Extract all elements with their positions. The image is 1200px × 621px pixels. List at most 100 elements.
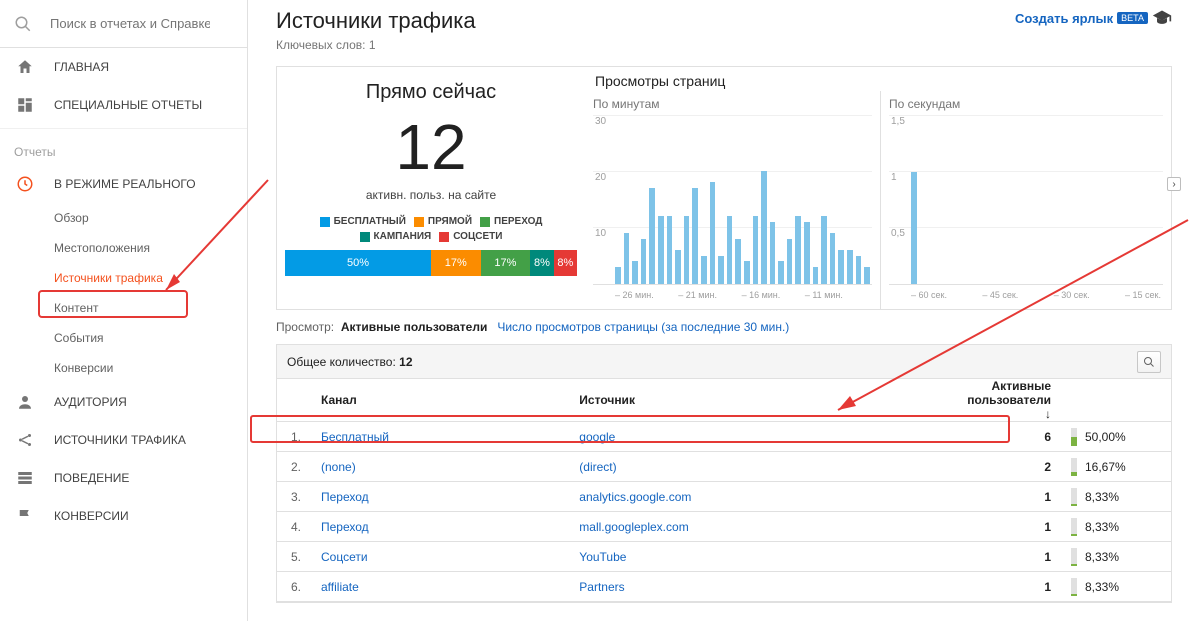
table-row[interactable]: 2.(none)(direct)216,67% bbox=[277, 452, 1171, 482]
create-shortcut-link[interactable]: Создать ярлык BETA bbox=[1015, 8, 1172, 28]
right-now-title: Прямо сейчас bbox=[285, 81, 577, 104]
per-minute-label: По минутам bbox=[593, 97, 872, 111]
share-icon bbox=[14, 429, 36, 451]
sidebar: ГЛАВНАЯ СПЕЦИАЛЬНЫЕ ОТЧЕТЫ Отчеты В РЕЖИ… bbox=[0, 0, 248, 621]
search-icon bbox=[14, 15, 32, 33]
col-channel[interactable]: Канал bbox=[311, 379, 569, 422]
cell-channel[interactable]: Соцсети bbox=[311, 542, 569, 572]
table-row[interactable]: 5.СоцсетиYouTube18,33% bbox=[277, 542, 1171, 572]
chart-bar bbox=[813, 267, 819, 284]
chart-bar bbox=[778, 261, 784, 284]
page-subtitle: Ключевых слов: 1 bbox=[276, 38, 476, 52]
pageviews-title: Просмотры страниц bbox=[585, 67, 1171, 91]
chart-bar bbox=[770, 222, 776, 284]
cell-source[interactable]: YouTube bbox=[569, 542, 957, 572]
cell-source[interactable]: (direct) bbox=[569, 452, 957, 482]
stack-segment: 50% bbox=[285, 250, 431, 276]
chart-bar bbox=[856, 256, 862, 284]
cell-channel[interactable]: Переход bbox=[311, 482, 569, 512]
panel-pageviews: Просмотры страниц По минутам 30 20 10 – … bbox=[585, 67, 1171, 309]
chart-bar bbox=[787, 239, 793, 284]
cell-count: 2 bbox=[957, 452, 1061, 482]
sub-overview[interactable]: Обзор bbox=[0, 203, 247, 233]
chart-bar bbox=[632, 261, 638, 284]
header: Источники трафика Ключевых слов: 1 Созда… bbox=[276, 8, 1172, 52]
sources-table: Канал Источник Активные пользователи ↓ 1… bbox=[277, 379, 1171, 602]
main: Источники трафика Ключевых слов: 1 Созда… bbox=[248, 0, 1200, 621]
sources-table-wrap: Общее количество: 12 Канал Источник Акти… bbox=[276, 344, 1172, 603]
legend-item: БЕСПЛАТНЫЙ bbox=[320, 216, 406, 227]
home-icon bbox=[14, 56, 36, 78]
sub-events[interactable]: События bbox=[0, 323, 247, 353]
chart-per-second: По секундам 1,5 1 0,5 – 60 сек. – 45 сек… bbox=[881, 91, 1171, 309]
legend-item: СОЦСЕТИ bbox=[439, 231, 502, 242]
cell-channel[interactable]: Переход bbox=[311, 512, 569, 542]
page-title: Источники трафика bbox=[276, 8, 476, 34]
legend-item: КАМПАНИЯ bbox=[360, 231, 432, 242]
nav-acquisition[interactable]: ИСТОЧНИКИ ТРАФИКА bbox=[0, 421, 247, 459]
cell-pct: 8,33% bbox=[1061, 572, 1171, 602]
cell-count: 1 bbox=[957, 542, 1061, 572]
chart-bar bbox=[701, 256, 707, 284]
sub-locations[interactable]: Местоположения bbox=[0, 233, 247, 263]
cell-count: 1 bbox=[957, 572, 1061, 602]
view-active-users[interactable]: Активные пользователи bbox=[341, 320, 488, 334]
chart-bar bbox=[727, 216, 733, 284]
cell-source[interactable]: Partners bbox=[569, 572, 957, 602]
sub-content[interactable]: Контент bbox=[0, 293, 247, 323]
view-pageviews-link[interactable]: Число просмотров страницы (за последние … bbox=[497, 320, 789, 334]
search-row[interactable] bbox=[0, 0, 247, 48]
table-row[interactable]: 1.Бесплатныйgoogle650,00% bbox=[277, 422, 1171, 452]
chart-bar bbox=[744, 261, 750, 284]
table-search-button[interactable] bbox=[1137, 351, 1161, 373]
nav-behavior[interactable]: ПОВЕДЕНИЕ bbox=[0, 459, 247, 497]
chart-bar bbox=[864, 267, 870, 284]
chart-bar bbox=[624, 233, 630, 284]
chart-bar bbox=[641, 239, 647, 284]
stack-segment: 8% bbox=[554, 250, 577, 276]
cell-pct: 8,33% bbox=[1061, 482, 1171, 512]
chart-scroll-right[interactable]: › bbox=[1167, 177, 1181, 191]
sub-conversions[interactable]: Конверсии bbox=[0, 353, 247, 383]
divider bbox=[0, 128, 247, 129]
graduation-cap-icon bbox=[1152, 8, 1172, 28]
per-second-label: По секундам bbox=[889, 97, 1163, 111]
cell-channel[interactable]: (none) bbox=[311, 452, 569, 482]
stack-segment: 17% bbox=[481, 250, 531, 276]
chart-bar bbox=[692, 188, 698, 284]
table-row[interactable]: 6.affiliatePartners18,33% bbox=[277, 572, 1171, 602]
nav-home-label: ГЛАВНАЯ bbox=[54, 60, 109, 74]
nav-custom-reports[interactable]: СПЕЦИАЛЬНЫЕ ОТЧЕТЫ bbox=[0, 86, 247, 124]
chart-bar bbox=[658, 216, 664, 284]
col-source[interactable]: Источник bbox=[569, 379, 957, 422]
legend-item: ПРЯМОЙ bbox=[414, 216, 472, 227]
cell-source[interactable]: mall.googleplex.com bbox=[569, 512, 957, 542]
nav-conversions[interactable]: КОНВЕРСИИ bbox=[0, 497, 247, 535]
nav-home[interactable]: ГЛАВНАЯ bbox=[0, 48, 247, 86]
stack-segment: 8% bbox=[530, 250, 553, 276]
cell-channel[interactable]: affiliate bbox=[311, 572, 569, 602]
chart-bar bbox=[838, 250, 844, 284]
cell-pct: 8,33% bbox=[1061, 542, 1171, 572]
nav-custom-label: СПЕЦИАЛЬНЫЕ ОТЧЕТЫ bbox=[54, 98, 202, 112]
second-bars bbox=[911, 114, 1161, 284]
cell-source[interactable]: analytics.google.com bbox=[569, 482, 957, 512]
table-row[interactable]: 4.Переходmall.googleplex.com18,33% bbox=[277, 512, 1171, 542]
col-active-users[interactable]: Активные пользователи ↓ bbox=[957, 379, 1061, 422]
chart-bar bbox=[649, 188, 655, 284]
cell-channel[interactable]: Бесплатный bbox=[311, 422, 569, 452]
cell-count: 1 bbox=[957, 482, 1061, 512]
chart-bar bbox=[821, 216, 827, 284]
chart-bar bbox=[753, 216, 759, 284]
cell-source[interactable]: google bbox=[569, 422, 957, 452]
cell-count: 1 bbox=[957, 512, 1061, 542]
search-input[interactable] bbox=[50, 16, 210, 31]
cell-pct: 16,67% bbox=[1061, 452, 1171, 482]
chart-per-minute: По минутам 30 20 10 – 26 мин. – 21 мин. … bbox=[585, 91, 881, 309]
nav-audience[interactable]: АУДИТОРИЯ bbox=[0, 383, 247, 421]
rows-icon bbox=[14, 467, 36, 489]
table-row[interactable]: 3.Переходanalytics.google.com18,33% bbox=[277, 482, 1171, 512]
panels: Прямо сейчас 12 активн. польз. на сайте … bbox=[276, 66, 1172, 310]
nav-realtime[interactable]: В РЕЖИМЕ РЕАЛЬНОГО bbox=[0, 165, 247, 203]
sub-traffic-sources[interactable]: Источники трафика bbox=[0, 263, 247, 293]
